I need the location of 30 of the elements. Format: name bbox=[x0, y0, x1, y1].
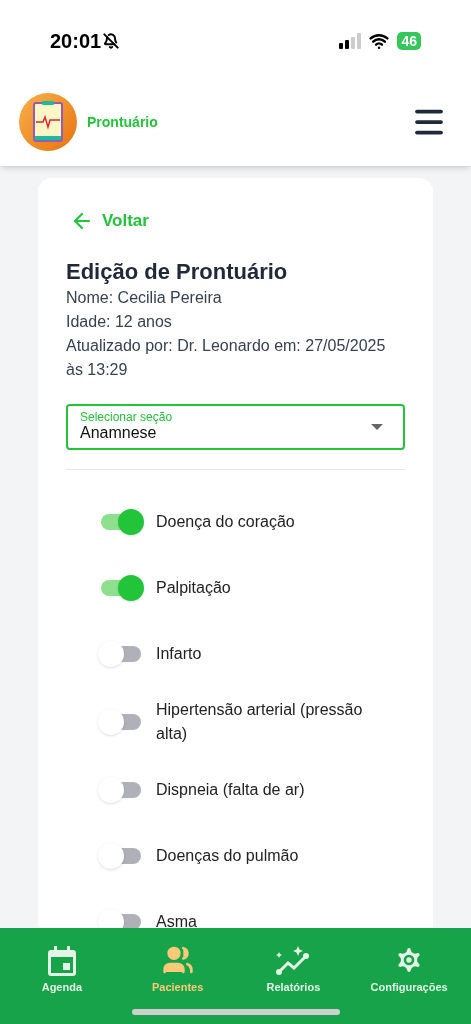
select-label: Selecionar seção bbox=[80, 410, 173, 423]
nav-tab[interactable]: Configurações bbox=[359, 944, 460, 996]
select-value: Anamnese bbox=[80, 423, 157, 443]
toggle-label: Doenças do pulmão bbox=[156, 845, 300, 866]
patient-info: Atualizado por: Dr. Leonardo em: 27/05/2025 às 13:29 bbox=[66, 335, 387, 380]
toggle-label: Infarto bbox=[156, 643, 203, 664]
toggle-label: Doença do coração bbox=[156, 511, 296, 532]
people-icon bbox=[161, 944, 194, 976]
signal-icon bbox=[339, 33, 362, 49]
battery-level: 46 bbox=[397, 32, 421, 50]
back-button[interactable]: Voltar bbox=[70, 208, 149, 234]
sparkle-chart-icon bbox=[276, 946, 311, 976]
app-title: Prontuário bbox=[87, 112, 158, 132]
caret-icon bbox=[371, 423, 383, 430]
wifi-icon bbox=[369, 31, 390, 51]
patient-info: Nome: Cecilia Pereira bbox=[66, 287, 223, 308]
nav-tab[interactable]: Relatórios bbox=[243, 944, 344, 996]
muted-bell-icon bbox=[103, 33, 120, 49]
toggle-label: Hipertensão arterial (pressão alta) bbox=[156, 699, 364, 744]
section-select[interactable]: Selecionar seção Anamnese bbox=[66, 403, 405, 450]
page-title: Edição de Prontuário bbox=[66, 257, 289, 286]
status-time: 20:01 bbox=[50, 29, 102, 54]
nav-tab[interactable]: Pacientes bbox=[127, 944, 228, 996]
toggle-label: Dispneia (falta de ar) bbox=[156, 779, 306, 800]
toggle-label: Asma bbox=[156, 911, 198, 928]
app-logo bbox=[19, 93, 77, 151]
patient-info: Idade: 12 anos bbox=[66, 311, 173, 332]
toggle-label: Palpitação bbox=[156, 577, 232, 598]
nav-tab[interactable]: Agenda bbox=[11, 944, 112, 996]
calendar-icon bbox=[47, 946, 76, 976]
